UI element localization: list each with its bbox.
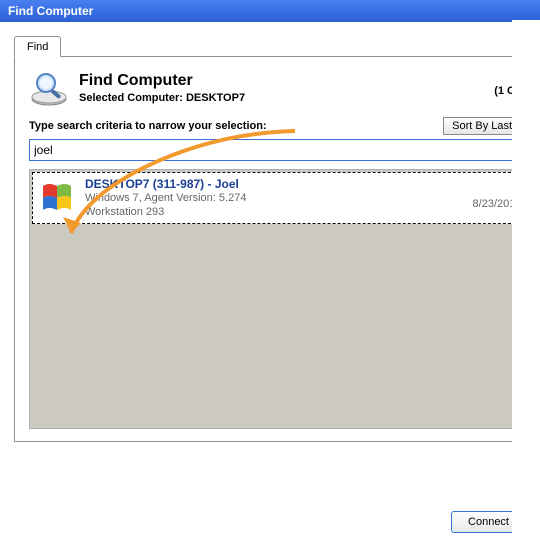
- tab-find[interactable]: Find: [14, 36, 61, 57]
- panel-header: Find Computer Selected Computer: DESKTOP…: [29, 69, 540, 107]
- find-panel: Find Computer Selected Computer: DESKTOP…: [14, 56, 540, 442]
- result-title: DESKTOP7 (311-987) - Joel: [85, 177, 463, 191]
- window-titlebar: Find Computer: [0, 0, 540, 22]
- result-workstation: Workstation 293: [85, 205, 463, 219]
- search-label: Type search criteria to narrow your sele…: [29, 120, 443, 132]
- page-right-mask: [512, 20, 540, 543]
- window-title: Find Computer: [8, 4, 93, 18]
- bottom-bar: Connect: [0, 511, 540, 533]
- search-input[interactable]: [29, 139, 540, 161]
- selected-computer-label: Selected Computer: DESKTOP7: [79, 92, 474, 104]
- list-item[interactable]: DESKTOP7 (311-987) - Joel Windows 7, Age…: [32, 172, 540, 224]
- tab-find-label: Find: [27, 41, 48, 53]
- panel-title: Find Computer: [79, 72, 474, 90]
- windows-logo-icon: [39, 180, 75, 216]
- tab-strip: Find: [14, 32, 540, 56]
- result-os-line: Windows 7, Agent Version: 5.274: [85, 191, 463, 205]
- search-icon: [29, 69, 69, 107]
- results-list: DESKTOP7 (311-987) - Joel Windows 7, Age…: [29, 169, 540, 429]
